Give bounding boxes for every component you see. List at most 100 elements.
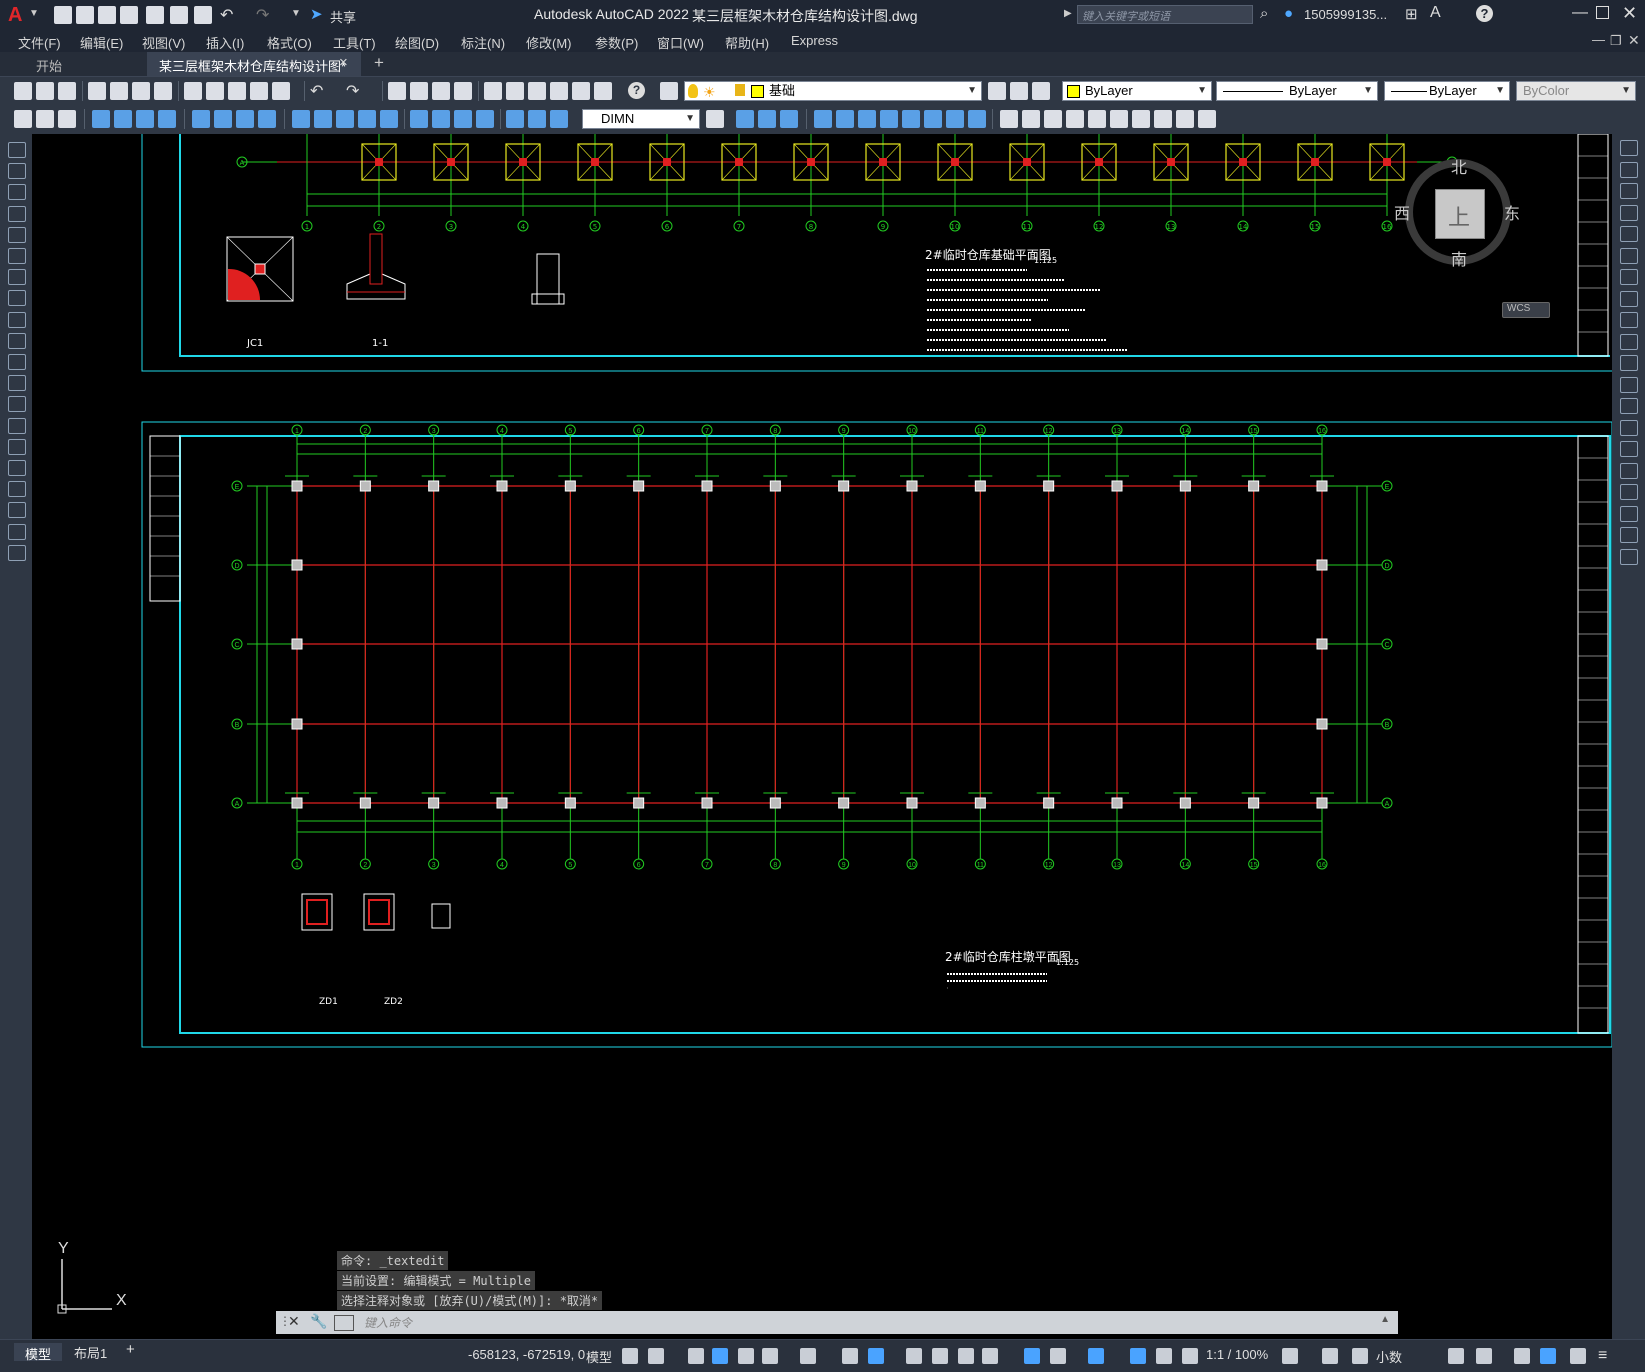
construction-line-icon[interactable] xyxy=(8,163,26,180)
help-icon[interactable]: ? xyxy=(1476,5,1493,22)
angular-dim-icon[interactable] xyxy=(258,110,276,128)
undo-tb-icon[interactable]: ↶ xyxy=(310,81,323,101)
dimtedit-icon[interactable] xyxy=(36,110,54,128)
menu-draw[interactable]: 绘图(D) xyxy=(395,33,439,52)
cut-icon[interactable] xyxy=(184,82,202,100)
plotstyle-dropdown[interactable]: ByColor ▼ xyxy=(1516,81,1636,101)
join-icon[interactable] xyxy=(1066,110,1084,128)
make-block-icon[interactable] xyxy=(8,396,26,413)
lock-ui-icon[interactable] xyxy=(1476,1348,1492,1364)
blend-icon[interactable] xyxy=(1132,110,1150,128)
zoom-window-icon[interactable] xyxy=(432,82,450,100)
dimbreak-icon[interactable] xyxy=(380,110,398,128)
qopen-icon[interactable] xyxy=(76,6,94,24)
model-space-button[interactable]: 模型 xyxy=(586,1347,612,1366)
modify-explode-icon[interactable] xyxy=(1620,505,1638,522)
match-prop-icon[interactable] xyxy=(250,82,268,100)
redo-icon[interactable]: ↷ xyxy=(256,5,269,25)
tool-palettes-icon[interactable] xyxy=(528,82,546,100)
new-icon[interactable] xyxy=(14,82,32,100)
menu-edit[interactable]: 编辑(E) xyxy=(80,33,123,52)
markup-icon[interactable] xyxy=(572,82,590,100)
continue-dim-icon[interactable] xyxy=(336,110,354,128)
annotation-monitor-icon[interactable] xyxy=(1322,1348,1338,1364)
dim-edit-c-icon[interactable] xyxy=(550,110,568,128)
revcloud-icon[interactable] xyxy=(8,290,26,307)
command-line[interactable]: ⋮ ✕ 🔧 键入命令 ▲ xyxy=(276,1311,1398,1334)
mirror-icon[interactable] xyxy=(902,110,920,128)
menu-view[interactable]: 视图(V) xyxy=(142,33,185,52)
extend-icon[interactable] xyxy=(1022,110,1040,128)
dimspace-icon[interactable] xyxy=(358,110,376,128)
quick-properties-icon[interactable] xyxy=(1448,1348,1464,1364)
hardware-acceleration-icon[interactable] xyxy=(1540,1348,1556,1364)
qimport-icon[interactable] xyxy=(170,6,188,24)
lineweight-icon[interactable] xyxy=(906,1348,922,1364)
color-dropdown[interactable]: ByLayer ▼ xyxy=(1062,81,1212,101)
dimstyle-manager-icon[interactable] xyxy=(706,110,724,128)
modify-move-icon[interactable] xyxy=(1620,247,1638,264)
plot-icon[interactable] xyxy=(88,82,106,100)
tab-layout1[interactable]: 布局1 xyxy=(74,1343,107,1362)
move-icon[interactable] xyxy=(814,110,832,128)
command-prompt-icon[interactable] xyxy=(334,1315,354,1331)
paste-icon[interactable] xyxy=(228,82,246,100)
ucs-world-icon[interactable] xyxy=(736,110,754,128)
rotate-icon[interactable] xyxy=(880,110,898,128)
dimupdate-icon[interactable] xyxy=(58,110,76,128)
modify-edit-spline-icon[interactable] xyxy=(1620,527,1638,543)
modify-edit-hatch-icon[interactable] xyxy=(1620,548,1638,565)
qat-more-icon[interactable]: ▼ xyxy=(291,8,301,19)
tab-model[interactable]: 模型 xyxy=(14,1343,62,1362)
layer-dropdown[interactable]: ☀ 基础 ▼ xyxy=(684,81,982,101)
close-icon[interactable]: ✕ xyxy=(1622,3,1637,24)
jogged-dim-icon[interactable] xyxy=(214,110,232,128)
viewcube-south[interactable]: 南 xyxy=(1451,246,1467,270)
command-customize-icon[interactable]: 🔧 xyxy=(310,1313,327,1330)
undo-icon[interactable]: ↶ xyxy=(220,5,233,25)
menu-express[interactable]: Express xyxy=(791,33,838,48)
circle-icon[interactable] xyxy=(8,269,26,286)
gradient-icon[interactable] xyxy=(8,460,26,476)
command-close-icon[interactable]: ✕ xyxy=(288,1313,300,1330)
qsaveas-icon[interactable] xyxy=(120,6,138,24)
dynamic-input-icon[interactable] xyxy=(712,1348,728,1364)
linear-dim-icon[interactable] xyxy=(92,110,110,128)
doc-minimize-icon[interactable]: — xyxy=(1592,32,1605,47)
minimize-icon[interactable]: — xyxy=(1572,4,1588,22)
modify-offset-icon[interactable] xyxy=(1620,204,1638,221)
annotation-scale-value[interactable]: 1:1 / 100% xyxy=(1206,1347,1268,1362)
menu-window[interactable]: 窗口(W) xyxy=(657,33,704,52)
array-icon[interactable] xyxy=(946,110,964,128)
insert-block-icon[interactable] xyxy=(8,375,26,392)
tolerance-icon[interactable] xyxy=(410,110,428,128)
modify-join-icon[interactable] xyxy=(1620,419,1638,436)
selection-cycling-icon[interactable] xyxy=(958,1348,974,1364)
dimedit-icon[interactable] xyxy=(14,110,32,128)
3dprint-icon[interactable] xyxy=(154,82,172,100)
plot-preview-icon[interactable] xyxy=(110,82,128,100)
autodesk-a360-icon[interactable]: A xyxy=(1430,4,1441,22)
modify-chamfer-icon[interactable] xyxy=(1620,441,1638,457)
lineweight-dropdown[interactable]: ByLayer ▼ xyxy=(1384,81,1510,101)
modify-copy-icon[interactable] xyxy=(1620,161,1638,178)
add-selected-icon[interactable] xyxy=(8,544,26,561)
modify-break-icon[interactable] xyxy=(1620,398,1638,414)
viewcube-face[interactable]: 上 xyxy=(1435,189,1485,239)
redo-tb-icon[interactable]: ↷ xyxy=(346,81,359,101)
search-input[interactable]: 键入关键字或短语 xyxy=(1077,5,1253,24)
coordinates-readout[interactable]: -658123, -672519, 0 xyxy=(468,1347,585,1362)
arc-length-icon[interactable] xyxy=(136,110,154,128)
multiline-text-icon[interactable] xyxy=(8,523,26,540)
quickcalc-icon[interactable] xyxy=(594,82,612,100)
modify-trim-icon[interactable] xyxy=(1620,333,1638,350)
viewcube-north[interactable]: 北 xyxy=(1451,154,1467,178)
units-icon[interactable] xyxy=(1352,1348,1368,1364)
dim-edit-b-icon[interactable] xyxy=(528,110,546,128)
scale-icon[interactable] xyxy=(924,110,942,128)
selection-filter-icon[interactable] xyxy=(1050,1348,1066,1364)
qprint-icon[interactable] xyxy=(194,6,212,24)
tab-close-icon[interactable]: × xyxy=(339,54,348,71)
user-name[interactable]: 1505999135... xyxy=(1304,7,1387,22)
clean-screen-icon[interactable] xyxy=(1570,1348,1586,1364)
